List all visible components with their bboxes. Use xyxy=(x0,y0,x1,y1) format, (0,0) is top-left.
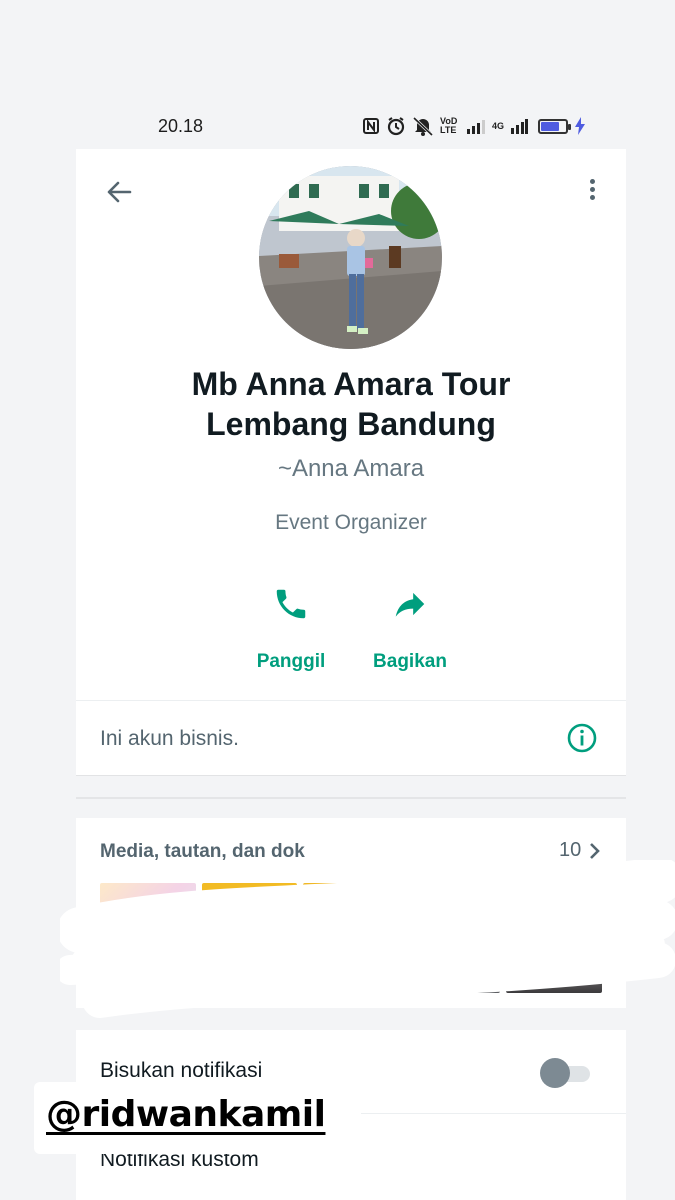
volte-icon: VoD LTE xyxy=(440,116,458,135)
signal-icon xyxy=(467,120,485,134)
profile-name-line1: Mb Anna Amara Tour xyxy=(191,366,511,402)
media-section-title[interactable]: Media, tautan, dan dok xyxy=(100,841,305,863)
more-vertical-icon[interactable] xyxy=(584,177,600,207)
phone-icon xyxy=(276,589,306,619)
mute-icon xyxy=(412,116,434,136)
profile-card: Mb Anna Amara Tour Lembang Bandung ~Anna… xyxy=(76,149,626,776)
media-card: Media, tautan, dan dok 10 xyxy=(76,818,626,1008)
4g-signal-icon xyxy=(511,119,529,134)
media-thumbnail[interactable] xyxy=(303,883,399,993)
battery-icon xyxy=(538,118,572,134)
section-divider xyxy=(76,797,626,799)
charging-icon xyxy=(575,117,586,135)
business-category[interactable]: Event Organizer xyxy=(76,511,626,535)
call-button[interactable]: Panggil xyxy=(236,585,346,673)
call-label: Panggil xyxy=(256,651,326,672)
share-label: Bagikan xyxy=(373,651,447,672)
status-icons: VoD LTE 4G xyxy=(362,116,586,136)
business-account-row[interactable]: Ini akun bisnis. xyxy=(76,700,626,776)
push-name: ~Anna Amara xyxy=(277,455,425,482)
profile-name: Mb Anna Amara Tour Lembang Bandung xyxy=(76,364,626,444)
alarm-icon xyxy=(387,117,405,136)
status-bar: 20.18 VoD LTE 4G xyxy=(0,112,675,142)
media-thumbnail[interactable] xyxy=(506,883,602,993)
profile-name-line2: Lembang Bandung xyxy=(206,406,496,442)
media-thumbnail[interactable] xyxy=(100,883,196,993)
media-thumbnail[interactable] xyxy=(404,883,501,993)
4g-label: 4G xyxy=(492,120,505,131)
mention-text: @ridwankamil xyxy=(46,1094,326,1135)
mention-sticker: @ridwankamil xyxy=(34,1082,361,1154)
share-arrow-icon xyxy=(395,592,425,617)
avatar[interactable] xyxy=(259,166,442,349)
status-time: 20.18 xyxy=(158,116,204,136)
mute-toggle[interactable] xyxy=(540,1058,592,1088)
media-thumbnails xyxy=(100,883,602,993)
media-thumbnail[interactable] xyxy=(201,883,298,993)
mute-notifications-label: Bisukan notifikasi xyxy=(100,1059,263,1082)
business-note: Ini akun bisnis. xyxy=(100,727,239,750)
nfc-icon xyxy=(363,118,379,134)
share-button[interactable]: Bagikan xyxy=(355,585,465,673)
info-icon[interactable] xyxy=(566,722,598,754)
chevron-right-icon[interactable] xyxy=(588,841,602,861)
media-count[interactable]: 10 xyxy=(559,839,581,862)
profile-photo xyxy=(259,166,442,349)
arrow-left-icon[interactable] xyxy=(104,177,134,207)
